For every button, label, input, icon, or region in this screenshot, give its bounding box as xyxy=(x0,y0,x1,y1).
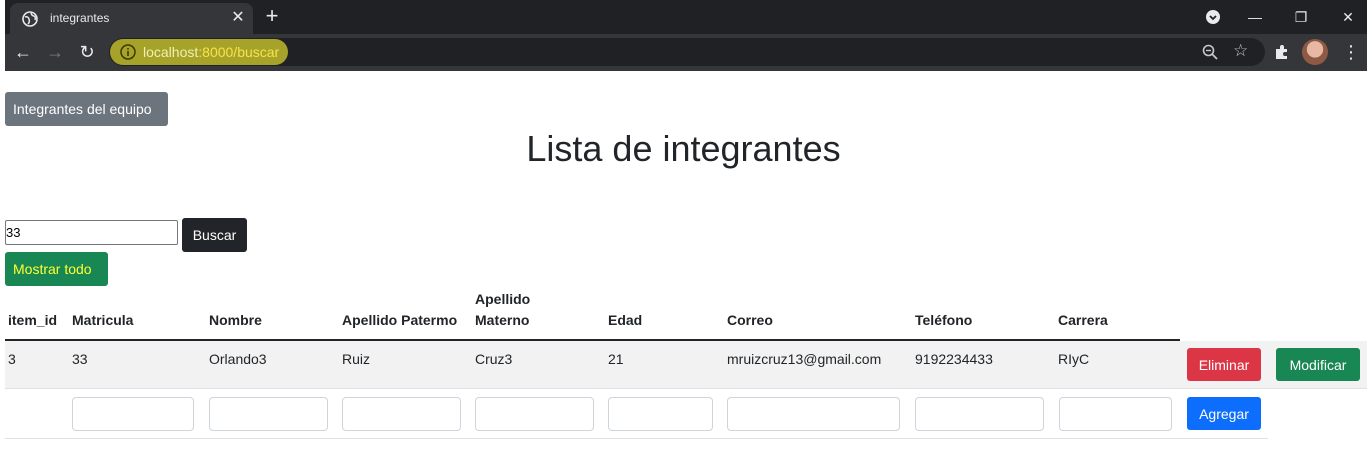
matricula-field[interactable] xyxy=(72,397,194,431)
tab-search-icon[interactable] xyxy=(1200,4,1226,30)
extensions-puzzle-icon[interactable] xyxy=(1273,43,1291,61)
kebab-menu-icon[interactable]: ⋮ xyxy=(1341,40,1361,64)
reload-icon[interactable]: ↻ xyxy=(75,40,99,64)
browser-toolbar: ← → ↻ localhost:8000/buscar ☆ ⋮ xyxy=(5,34,1367,71)
close-window-icon[interactable]: ✕ xyxy=(1335,4,1361,30)
back-icon[interactable]: ← xyxy=(11,40,35,64)
header-edad: Edad xyxy=(608,312,643,328)
cell-item-id: 3 xyxy=(8,351,16,367)
new-tab-icon[interactable]: + xyxy=(260,5,284,29)
header-apellido-materno-line2: Materno xyxy=(475,312,530,328)
cell-edad: 21 xyxy=(608,351,624,367)
header-matricula: Matricula xyxy=(72,312,134,328)
header-apellido-materno-line1: Apellido xyxy=(475,291,531,307)
zoom-icon[interactable] xyxy=(1201,43,1219,61)
forward-icon[interactable]: → xyxy=(43,40,67,64)
header-apellido-materno: Apellido Materno xyxy=(475,289,530,331)
profile-avatar[interactable] xyxy=(1302,39,1328,65)
url-path: :8000/buscar xyxy=(198,44,280,60)
telefono-field[interactable] xyxy=(915,397,1044,431)
page-title: Lista de integrantes xyxy=(526,128,841,169)
close-tab-icon[interactable]: ✕ xyxy=(228,8,248,28)
header-item-id: item_id xyxy=(8,312,58,328)
url-text[interactable]: localhost:8000/buscar xyxy=(143,44,279,60)
header-carrera: Carrera xyxy=(1058,312,1108,328)
address-bar[interactable]: localhost:8000/buscar ☆ xyxy=(109,38,1265,66)
table-row: 3 33 Orlando3 Ruiz Cruz3 21 mruizcruz13@… xyxy=(5,341,1367,389)
minimize-icon[interactable]: — xyxy=(1242,4,1268,30)
info-icon[interactable] xyxy=(119,43,137,61)
modify-button[interactable]: Modificar xyxy=(1276,348,1360,381)
cell-carrera: RIyC xyxy=(1058,351,1090,367)
apellido-paterno-field[interactable] xyxy=(342,397,461,431)
search-input[interactable] xyxy=(5,220,178,245)
cell-apellido-paterno: Ruiz xyxy=(342,351,371,367)
delete-button[interactable]: Eliminar xyxy=(1187,348,1261,381)
show-all-button[interactable]: Mostrar todo xyxy=(5,252,108,286)
browser-window: integrantes ✕ + — ❐ ✕ ← → ↻ localhost:80… xyxy=(5,0,1367,71)
tab-strip: integrantes ✕ + — ❐ ✕ xyxy=(5,0,1367,34)
header-correo: Correo xyxy=(727,312,773,328)
browser-tab[interactable]: integrantes ✕ xyxy=(10,3,253,34)
url-host: localhost xyxy=(143,44,199,60)
add-row: Agregar xyxy=(5,389,1268,439)
add-button[interactable]: Agregar xyxy=(1187,397,1261,430)
cell-correo: mruizcruz13@gmail.com xyxy=(727,351,882,367)
restore-icon[interactable]: ❐ xyxy=(1288,4,1314,30)
cell-telefono: 9192234433 xyxy=(915,351,993,367)
header-telefono: Teléfono xyxy=(915,312,973,328)
bookmark-star-icon[interactable]: ☆ xyxy=(1233,41,1248,61)
cell-nombre: Orlando3 xyxy=(209,351,267,367)
correo-field[interactable] xyxy=(727,397,900,431)
header-apellido-paterno: Apellido Patermo xyxy=(342,312,458,328)
table-header: item_id Matricula Nombre Apellido Paterm… xyxy=(5,290,1180,341)
apellido-materno-field[interactable] xyxy=(475,397,594,431)
tab-title: integrantes xyxy=(50,11,110,25)
globe-icon xyxy=(22,11,38,27)
cell-matricula: 33 xyxy=(72,351,88,367)
cell-apellido-materno: Cruz3 xyxy=(475,351,513,367)
edad-field[interactable] xyxy=(608,397,713,431)
nombre-field[interactable] xyxy=(209,397,328,431)
team-members-button[interactable]: Integrantes del equipo xyxy=(5,92,168,126)
carrera-field[interactable] xyxy=(1059,397,1172,431)
search-button[interactable]: Buscar xyxy=(182,218,247,252)
header-nombre: Nombre xyxy=(209,312,262,328)
